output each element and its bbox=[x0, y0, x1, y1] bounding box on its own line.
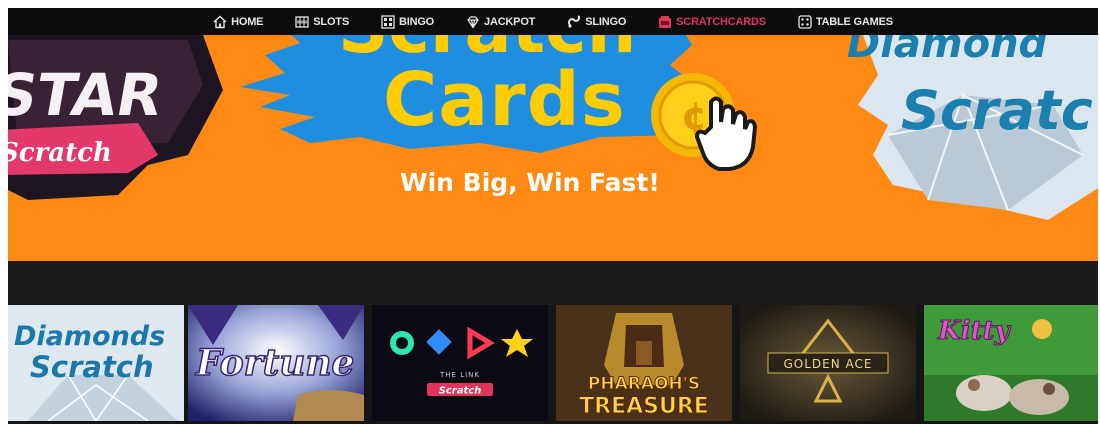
casino-page: HOME SLOTS BINGO JACKPOT SLINGO SCRATCHC… bbox=[8, 8, 1098, 424]
diamond-icon bbox=[466, 15, 480, 29]
bingo-icon bbox=[381, 14, 395, 29]
top-navigation: HOME SLOTS BINGO JACKPOT SLINGO SCRATCHC… bbox=[8, 8, 1098, 35]
tile-title: THE LINK bbox=[439, 371, 480, 379]
scratchcards-icon bbox=[658, 15, 672, 29]
table-games-icon bbox=[798, 14, 812, 29]
game-tile-golden-ace[interactable]: GOLDEN ACE bbox=[740, 305, 916, 421]
home-icon bbox=[213, 15, 227, 29]
promo-banner[interactable]: STAR Scratch Scratch Cards ¢ Win Big, Wi… bbox=[8, 35, 1098, 261]
tile-title: Kitty bbox=[937, 316, 1011, 346]
nav-item-table-games[interactable]: TABLE GAMES bbox=[782, 8, 909, 35]
tile-title: GOLDEN ACE bbox=[783, 357, 872, 371]
banner-tagline: Win Big, Win Fast! bbox=[400, 168, 660, 197]
section-divider bbox=[8, 261, 1098, 305]
slots-icon bbox=[295, 15, 309, 29]
nav-label: SLOTS bbox=[313, 15, 349, 28]
nav-label: HOME bbox=[231, 15, 264, 28]
left-card-subtitle: Scratch bbox=[8, 138, 112, 168]
tile-title: PHARAOH'S bbox=[588, 374, 700, 394]
game-tile-pharaohs-treasure[interactable]: PHARAOH'S TREASURE bbox=[556, 305, 732, 421]
tile-subtitle: TREASURE bbox=[579, 394, 709, 419]
slingo-icon bbox=[567, 14, 581, 29]
right-card-subtitle: Scratc bbox=[901, 79, 1093, 142]
nav-item-home[interactable]: HOME bbox=[197, 8, 279, 35]
nav-label: SLINGO bbox=[585, 15, 627, 28]
nav-item-jackpot[interactable]: JACKPOT bbox=[450, 8, 551, 35]
star-scratch-card-art: STAR Scratch bbox=[8, 35, 223, 200]
banner-title: Cards bbox=[383, 57, 626, 143]
tile-title: Fortune bbox=[195, 342, 354, 384]
nav-label: BINGO bbox=[398, 15, 435, 28]
right-card-title: Diamond bbox=[847, 35, 1048, 67]
game-tiles-row: Diamonds Scratch Fortune THE LINK Scratc… bbox=[8, 305, 1098, 424]
nav-item-bingo[interactable]: BINGO bbox=[365, 8, 450, 35]
nav-item-scratchcards[interactable]: SCRATCHCARDS bbox=[642, 8, 782, 35]
game-tile-kitty[interactable]: Kitty bbox=[924, 305, 1098, 421]
tile-title: Diamonds bbox=[14, 321, 165, 352]
game-tile-fortune[interactable]: Fortune bbox=[188, 305, 364, 421]
diamond-scratch-card-art: Diamond Scratc bbox=[833, 35, 1098, 220]
nav-label: JACKPOT bbox=[484, 15, 536, 28]
tile-subtitle: Scratch bbox=[30, 350, 154, 384]
nav-item-slingo[interactable]: SLINGO bbox=[551, 8, 642, 35]
tile-subtitle: Scratch bbox=[439, 386, 482, 397]
coin-hand-icon: ¢ bbox=[651, 73, 758, 171]
nav-label: TABLE GAMES bbox=[815, 15, 893, 28]
game-tile-diamonds-scratch[interactable]: Diamonds Scratch bbox=[8, 305, 184, 421]
nav-item-slots[interactable]: SLOTS bbox=[279, 8, 365, 35]
game-tile-the-link-scratch[interactable]: THE LINK Scratch bbox=[372, 305, 548, 421]
nav-label: SCRATCHCARDS bbox=[676, 15, 766, 28]
left-card-title: STAR bbox=[8, 61, 168, 128]
